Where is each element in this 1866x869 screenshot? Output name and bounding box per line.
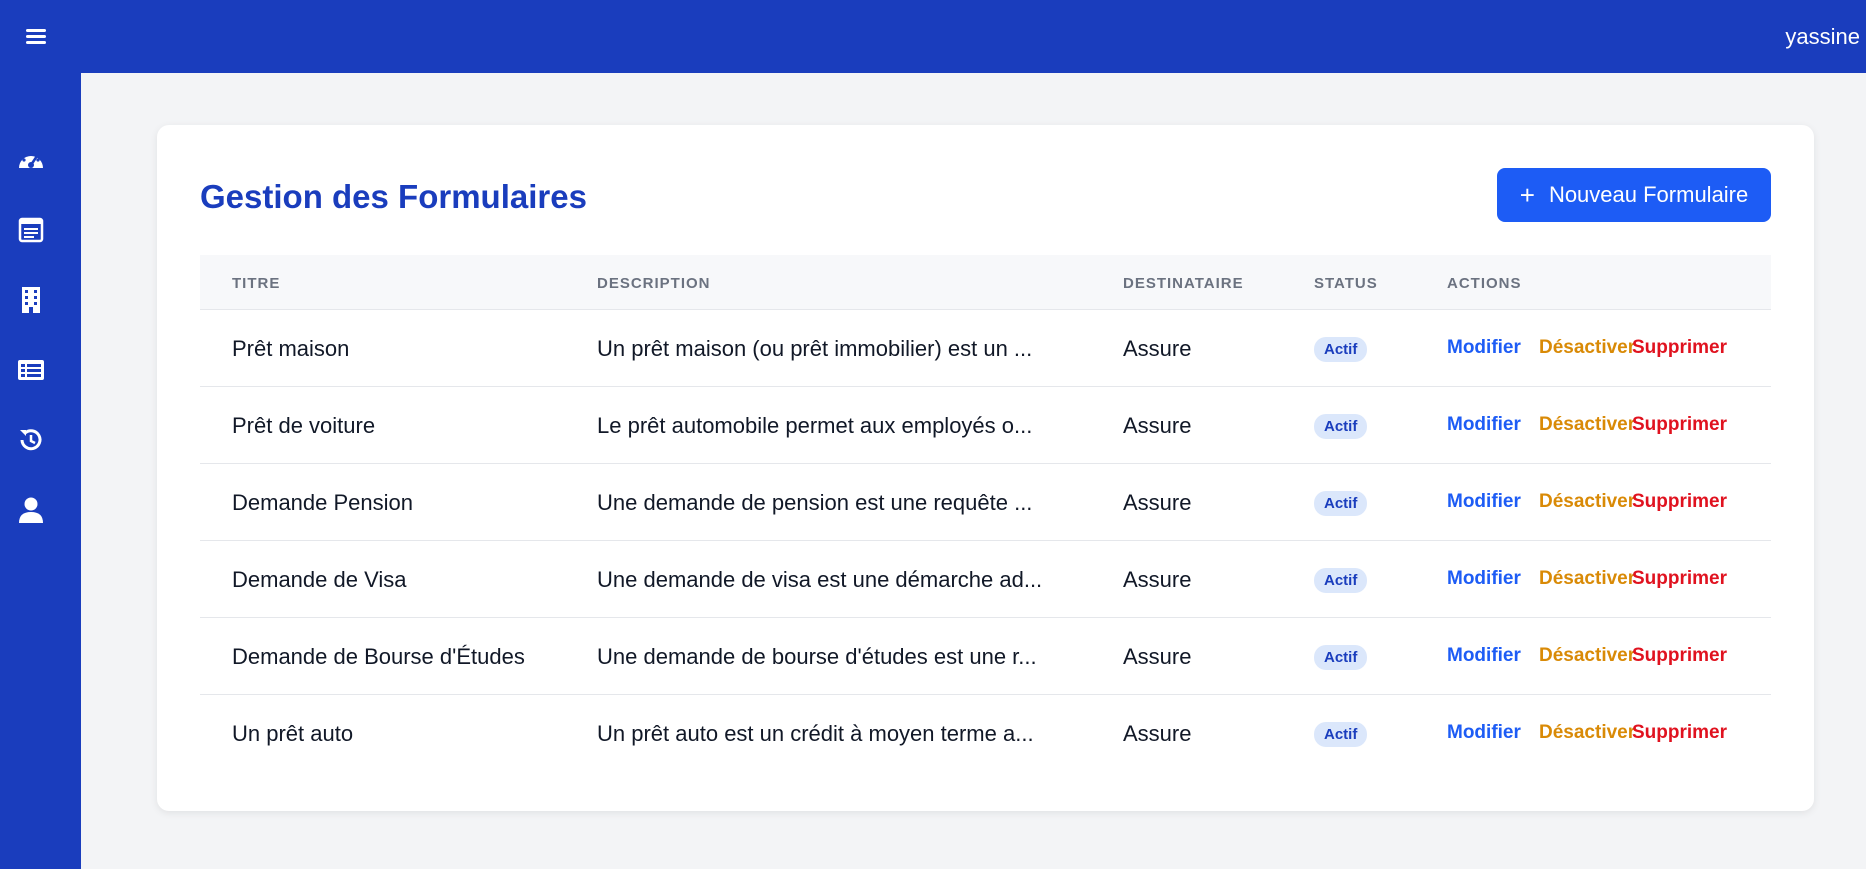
deactivate-link[interactable]: Désactiver (1539, 491, 1635, 513)
page-title: Gestion des Formulaires (200, 178, 587, 215)
username[interactable]: yassine (1785, 24, 1860, 50)
row-description: Un prêt auto est un crédit à moyen terme… (597, 721, 1034, 746)
sidebar (0, 73, 81, 869)
building-icon[interactable] (16, 285, 46, 315)
row-description: Une demande de bourse d'études est une r… (597, 644, 1037, 669)
delete-link[interactable]: Supprimer (1632, 491, 1727, 513)
history-icon[interactable] (16, 425, 46, 455)
row-description: Une demande de pension est une requête .… (597, 490, 1033, 515)
row-recipient: Assure (1123, 490, 1192, 515)
row-title: Demande de Visa (232, 567, 407, 592)
status-badge: Actif (1314, 568, 1368, 593)
forms-card: Gestion des Formulaires + Nouveau Formul… (157, 125, 1814, 811)
table-row: Demande Pension Une demande de pension e… (200, 464, 1771, 541)
delete-link[interactable]: Supprimer (1632, 722, 1727, 744)
row-title: Demande Pension (232, 490, 414, 515)
status-badge: Actif (1314, 645, 1368, 670)
row-title: Un prêt auto (232, 721, 354, 746)
new-form-button[interactable]: + Nouveau Formulaire (1497, 168, 1771, 222)
delete-link[interactable]: Supprimer (1632, 337, 1727, 359)
table-row: Un prêt auto Un prêt auto est un crédit … (200, 695, 1771, 772)
header-recipient: DESTINATAIRE (1123, 275, 1244, 292)
edit-link[interactable]: Modifier (1447, 491, 1521, 513)
table-row: Prêt maison Un prêt maison (ou prêt immo… (200, 310, 1771, 387)
delete-link[interactable]: Supprimer (1632, 414, 1727, 436)
status-badge: Actif (1314, 722, 1368, 747)
table-row: Demande de Bourse d'Études Une demande d… (200, 618, 1771, 695)
deactivate-link[interactable]: Désactiver (1539, 568, 1635, 590)
row-title: Prêt de voiture (232, 413, 376, 438)
header-status: STATUS (1314, 275, 1378, 292)
row-description: Une demande de visa est une démarche ad.… (597, 567, 1043, 592)
row-recipient: Assure (1123, 567, 1192, 592)
row-recipient: Assure (1123, 721, 1192, 746)
deactivate-link[interactable]: Désactiver (1539, 337, 1635, 359)
row-recipient: Assure (1123, 413, 1192, 438)
status-badge: Actif (1314, 337, 1368, 362)
row-recipient: Assure (1123, 644, 1192, 669)
table-row: Demande de Visa Une demande de visa est … (200, 541, 1771, 618)
edit-link[interactable]: Modifier (1447, 568, 1521, 590)
edit-link[interactable]: Modifier (1447, 337, 1521, 359)
delete-link[interactable]: Supprimer (1632, 568, 1727, 590)
row-title: Demande de Bourse d'Études (232, 644, 525, 669)
deactivate-link[interactable]: Désactiver (1539, 645, 1635, 667)
forms-icon[interactable] (16, 215, 46, 245)
row-title: Prêt maison (232, 336, 350, 361)
row-recipient: Assure (1123, 336, 1192, 361)
plus-icon: + (1519, 180, 1535, 210)
top-bar: yassine (0, 0, 1866, 73)
edit-link[interactable]: Modifier (1447, 645, 1521, 667)
new-form-label: Nouveau Formulaire (1548, 182, 1749, 207)
header-actions: ACTIONS (1447, 275, 1522, 292)
list-icon[interactable] (16, 355, 46, 385)
header-title: TITRE (232, 275, 281, 292)
table-header: TITRE DESCRIPTION DESTINATAIRE STATUS AC… (200, 255, 1771, 310)
table-row: Prêt de voiture Le prêt automobile perme… (200, 387, 1771, 464)
header-description: DESCRIPTION (597, 275, 711, 292)
user-icon[interactable] (16, 495, 46, 525)
menu-icon[interactable] (22, 26, 52, 50)
edit-link[interactable]: Modifier (1447, 722, 1521, 744)
deactivate-link[interactable]: Désactiver (1539, 722, 1635, 744)
status-badge: Actif (1314, 491, 1368, 516)
edit-link[interactable]: Modifier (1447, 414, 1521, 436)
forms-table: TITRE DESCRIPTION DESTINATAIRE STATUS AC… (200, 255, 1771, 772)
deactivate-link[interactable]: Désactiver (1539, 414, 1635, 436)
delete-link[interactable]: Supprimer (1632, 645, 1727, 667)
row-description: Un prêt maison (ou prêt immobilier) est … (597, 336, 1033, 361)
row-description: Le prêt automobile permet aux employés o… (597, 413, 1033, 438)
dashboard-icon[interactable] (16, 145, 46, 175)
status-badge: Actif (1314, 414, 1368, 439)
